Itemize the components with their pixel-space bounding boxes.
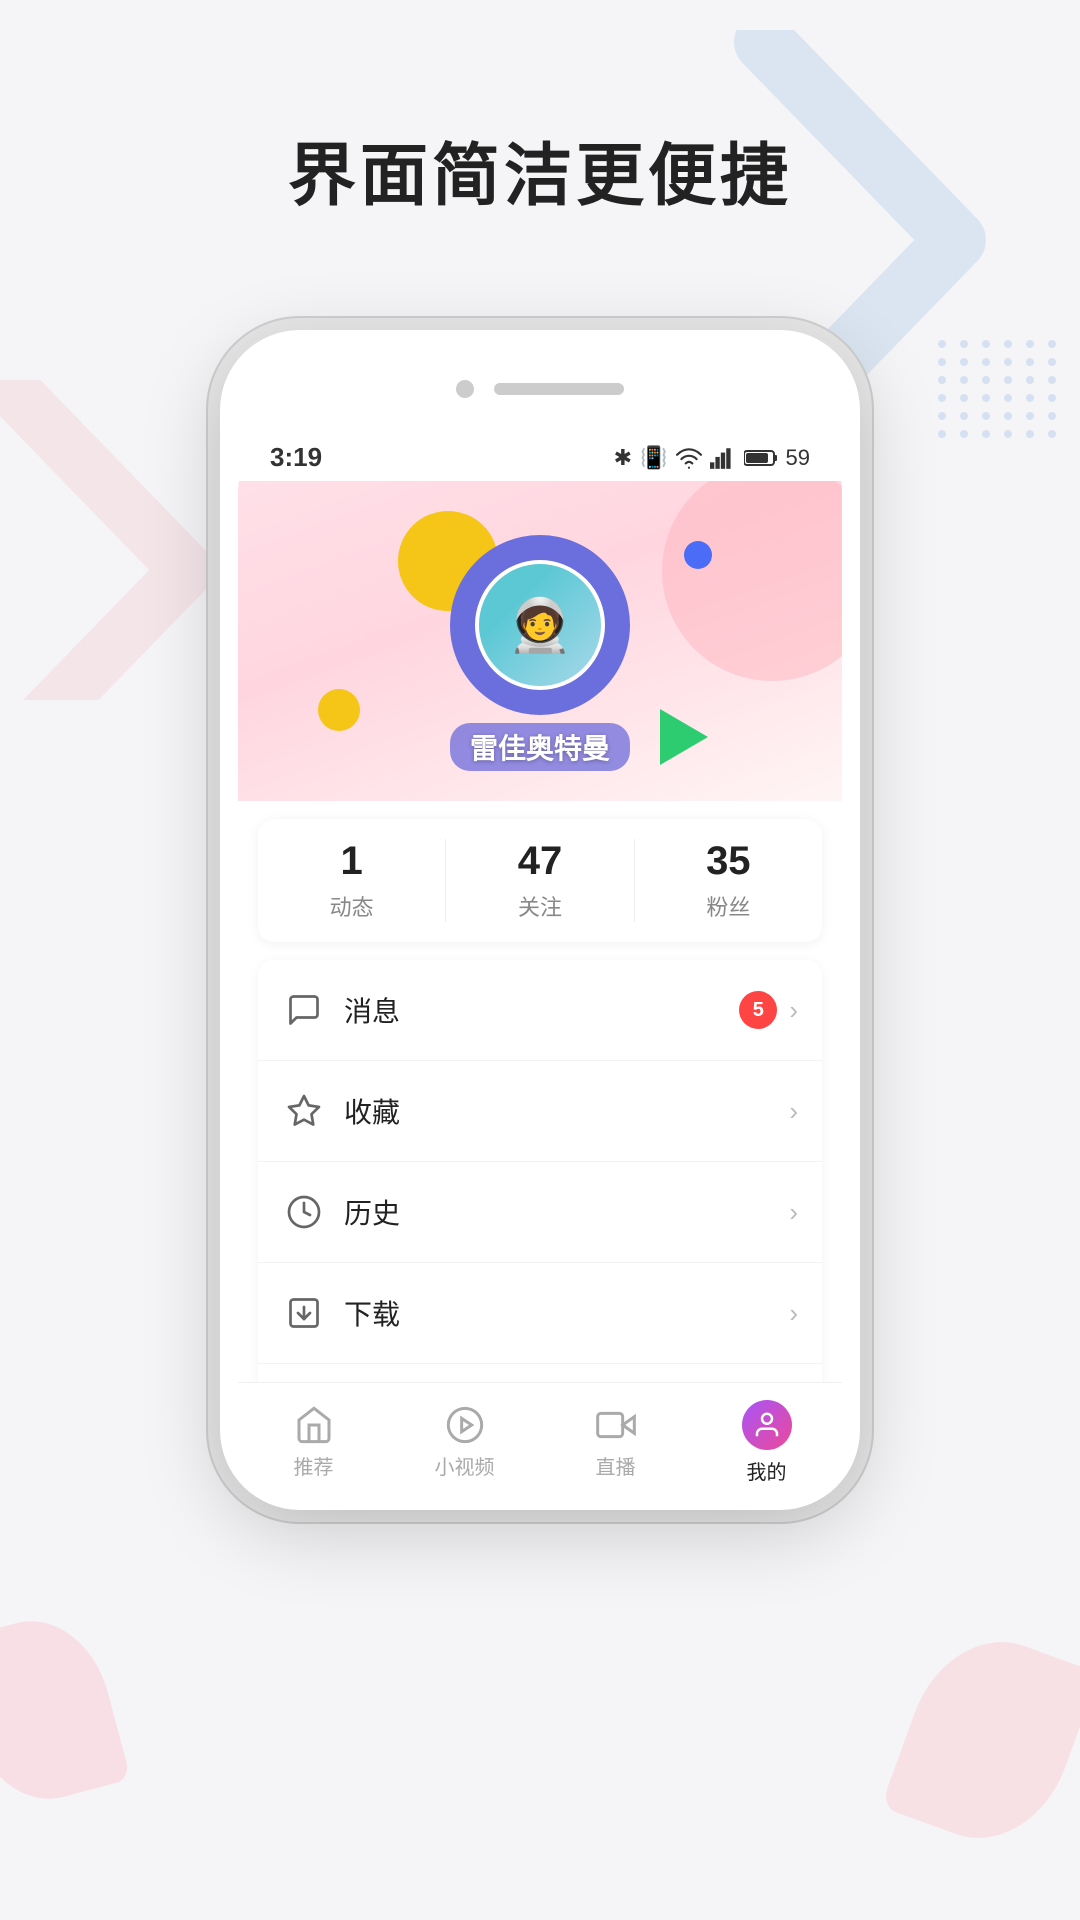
recommend-icon (294, 1405, 334, 1445)
download-icon (282, 1291, 326, 1335)
deco-pink-circle (662, 481, 842, 681)
deco-green-triangle (660, 709, 708, 765)
bluetooth-icon: ✱ (614, 445, 632, 471)
nav-item-recommend[interactable]: 推荐 (238, 1395, 389, 1480)
short-video-icon (445, 1405, 485, 1445)
avatar-background: 🧑‍🚀 (450, 535, 630, 715)
favorites-icon (282, 1089, 326, 1133)
download-arrow-icon: › (789, 1298, 798, 1329)
following-count: 47 (518, 839, 563, 884)
bottom-navigation: 推荐 小视频 直播 (238, 1382, 842, 1492)
phone-top-bar (456, 380, 624, 398)
battery-icon (744, 448, 778, 468)
phone-frame: 3:19 ✱ 📳 (220, 330, 860, 1510)
status-icons: ✱ 📳 59 (614, 445, 810, 471)
battery-text: 59 (786, 445, 810, 471)
message-badge: 5 (739, 991, 777, 1029)
dynamic-label: 动态 (330, 890, 374, 922)
stat-fans[interactable]: 35 粉丝 (634, 839, 822, 922)
stats-row: 1 动态 47 关注 35 粉丝 (258, 819, 822, 942)
deco-yellow-small (318, 689, 360, 731)
status-bar: 3:19 ✱ 📳 (238, 426, 842, 481)
following-label: 关注 (518, 890, 562, 922)
mine-active-icon (742, 1400, 792, 1450)
vibrate-icon: 📳 (640, 445, 667, 471)
download-label: 下载 (344, 1293, 789, 1333)
menu-item-download[interactable]: 下载 › (258, 1263, 822, 1364)
live-icon (596, 1405, 636, 1445)
avatar: 🧑‍🚀 (475, 560, 605, 690)
fans-label: 粉丝 (706, 890, 750, 922)
decorative-dots (938, 340, 1060, 438)
avatar-container[interactable]: 🧑‍🚀 雷佳奥特曼 (450, 535, 630, 771)
stat-dynamic[interactable]: 1 动态 (258, 839, 445, 922)
short-video-label: 小视频 (435, 1451, 495, 1480)
phone-mockup: 3:19 ✱ 📳 (220, 330, 860, 1510)
deco-bottom-left (0, 1605, 131, 1815)
status-time: 3:19 (270, 442, 322, 473)
wifi-icon (676, 447, 702, 469)
page-title: 界面简洁更便捷 (0, 120, 1080, 219)
favorites-arrow-icon: › (789, 1096, 798, 1127)
profile-header: 🧑‍🚀 雷佳奥特曼 (238, 481, 842, 801)
message-arrow-icon: › (789, 995, 798, 1026)
live-label: 直播 (596, 1451, 636, 1480)
username-label: 雷佳奥特曼 (450, 723, 630, 771)
menu-item-message[interactable]: 消息 5 › (258, 960, 822, 1061)
nav-item-short-video[interactable]: 小视频 (389, 1395, 540, 1480)
nav-item-mine[interactable]: 我的 (691, 1390, 842, 1485)
stat-following[interactable]: 47 关注 (445, 839, 633, 922)
menu-item-history[interactable]: 历史 › (258, 1162, 822, 1263)
favorites-label: 收藏 (344, 1091, 789, 1131)
mine-label: 我的 (747, 1456, 787, 1485)
fans-count: 35 (706, 839, 751, 884)
phone-speaker (494, 383, 624, 395)
message-label: 消息 (344, 990, 739, 1030)
message-icon (282, 988, 326, 1032)
signal-icon (710, 447, 736, 469)
nav-item-live[interactable]: 直播 (540, 1395, 691, 1480)
deco-bottom-right (881, 1619, 1080, 1862)
menu-item-favorites[interactable]: 收藏 › (258, 1061, 822, 1162)
history-label: 历史 (344, 1192, 789, 1232)
recommend-label: 推荐 (294, 1451, 334, 1480)
astronaut-icon: 🧑‍🚀 (479, 564, 601, 686)
phone-camera (456, 380, 474, 398)
deco-blue-dot (684, 541, 712, 569)
phone-screen: 3:19 ✱ 📳 (238, 426, 842, 1492)
dynamic-count: 1 (341, 839, 363, 884)
history-icon (282, 1190, 326, 1234)
history-arrow-icon: › (789, 1197, 798, 1228)
